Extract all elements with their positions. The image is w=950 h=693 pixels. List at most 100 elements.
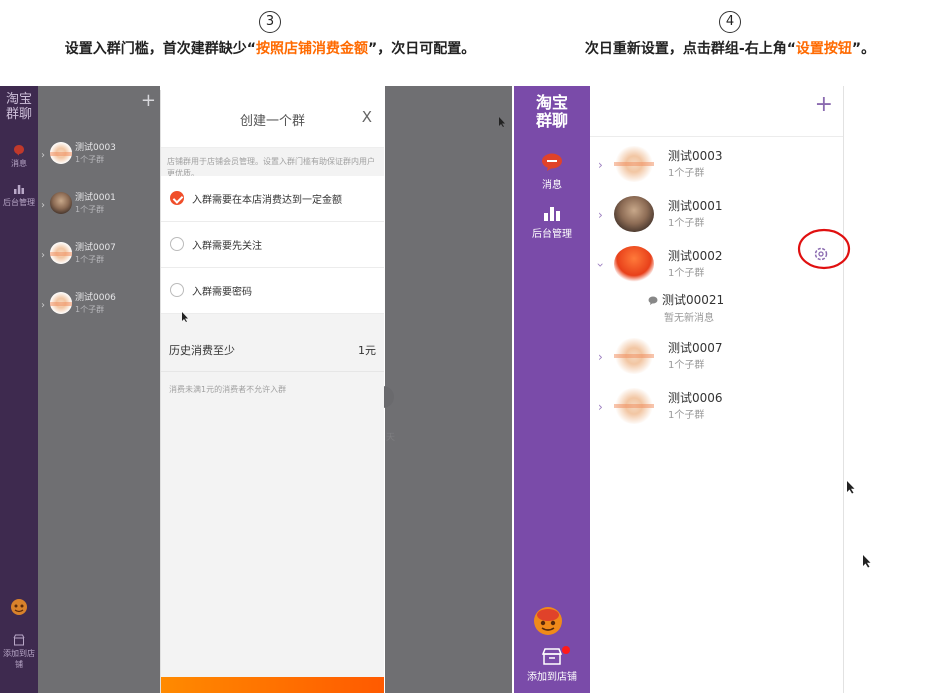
message-icon	[14, 145, 24, 156]
dialog-header: 创建一个群 X	[161, 90, 384, 148]
subgroup-name-row: 测试00021	[648, 291, 828, 308]
group-subtitle: 1个子群	[668, 168, 705, 179]
avatar	[614, 196, 654, 232]
nav-item-messages[interactable]: 消息	[0, 144, 38, 169]
group-name: 测试0007	[75, 243, 116, 253]
nav-label: 消息	[542, 180, 562, 191]
group-settings-screenshot: 淘宝 群聊 消息 后台管理 添加到店铺 + › 测试0003 1个子群 › 测试…	[514, 86, 950, 693]
group-name: 测试0001	[75, 193, 116, 203]
message-icon	[542, 153, 562, 171]
step-description: 设置入群门槛，首次建群缺少“按照店铺消费金额”，次日可配置。	[40, 39, 500, 59]
step-number: 4	[719, 11, 741, 33]
nav-label: 后台管理	[532, 229, 572, 240]
step-highlight: 设置按钮	[795, 41, 852, 57]
chevron-right-icon[interactable]: ›	[41, 300, 45, 311]
group-name: 测试0003	[668, 149, 723, 163]
history-spend-field[interactable]: 历史消费至少 1元	[161, 326, 384, 372]
avatar	[614, 388, 654, 424]
logo-line: 淘宝	[535, 93, 568, 112]
step-3-header: 3 设置入群门槛，首次建群缺少“按照店铺消费金额”，次日可配置。	[40, 10, 500, 59]
dialog-note: 消费未满1元的消费者不允许入群	[169, 385, 287, 394]
subgroup-subtitle: 暂无新消息	[664, 313, 714, 324]
radio-icon[interactable]	[170, 283, 184, 297]
create-group-screenshot: 淘宝 群聊 消息 后台管理 添加到店铺 + › 测试0003 1个子群 › 测试…	[0, 86, 512, 693]
add-to-store-button[interactable]: 添加到店铺	[0, 634, 38, 670]
group-name: 测试0003	[75, 143, 116, 153]
group-subtitle: 1个子群	[75, 305, 105, 314]
group-subtitle: 1个子群	[75, 255, 105, 264]
avatar	[50, 142, 72, 164]
nav-item-admin[interactable]: 后台管理	[514, 205, 590, 240]
chevron-right-icon[interactable]: ›	[598, 350, 603, 364]
list-item[interactable]: › 测试0007 1个子群	[590, 336, 844, 384]
avatar	[50, 242, 72, 264]
notification-dot	[562, 646, 570, 654]
create-group-dialog: 创建一个群 X 店铺群用于店铺会员管理。设置入群门槛有助保证群内用户更优质。 入…	[160, 90, 384, 693]
add-to-store-button[interactable]: 添加到店铺	[514, 646, 590, 683]
group-subtitle: 1个子群	[75, 155, 105, 164]
nav-label: 后台管理	[3, 198, 35, 207]
dialog-tip: 店铺群用于店铺会员管理。设置入群门槛有助保证群内用户更优质。	[161, 148, 384, 178]
group-list: + › 测试0003 1个子群 › 测试0001 1个子群 › 测试0002 1…	[590, 86, 851, 693]
sidebar: 淘宝 群聊 消息 后台管理 添加到店铺	[0, 86, 38, 693]
bar-chart-icon	[544, 207, 560, 221]
group-name: 测试0007	[668, 341, 723, 355]
confirm-bar[interactable]	[161, 677, 384, 693]
store-icon	[541, 648, 563, 665]
plus-icon[interactable]: +	[141, 90, 156, 111]
step-highlight: 按照店铺消费金额	[256, 41, 368, 57]
nav-item-admin[interactable]: 后台管理	[0, 183, 38, 208]
chevron-right-icon[interactable]: ›	[598, 400, 603, 414]
step-text-part: ”，次日可配置。	[368, 41, 476, 57]
list-item[interactable]: › 测试0003 1个子群	[590, 144, 844, 192]
checked-radio-icon[interactable]	[170, 191, 184, 205]
subgroup-item[interactable]: 测试00021 暂无新消息	[648, 291, 828, 324]
chat-bubble-icon	[648, 296, 658, 305]
chevron-right-icon[interactable]: ›	[41, 200, 45, 211]
field-label: 历史消费至少	[169, 344, 235, 357]
group-name: 测试0001	[668, 199, 723, 213]
mouse-cursor-icon	[499, 117, 505, 127]
step-description: 次日重新设置，点击群组-右上角“设置按钮”。	[520, 39, 940, 59]
group-subtitle: 1个子群	[668, 360, 705, 371]
option-password[interactable]: 入群需要密码	[161, 268, 384, 314]
divider	[590, 136, 843, 137]
mouse-cursor-icon	[182, 312, 188, 322]
list-item[interactable]: › 测试0006 1个子群	[38, 290, 160, 330]
option-min-spend[interactable]: 入群需要在本店消费达到一定金额	[161, 176, 384, 222]
close-icon[interactable]: X	[362, 108, 372, 126]
overlay-background	[385, 86, 512, 693]
step-4-header: 4 次日重新设置，点击群组-右上角“设置按钮”。	[520, 10, 940, 59]
list-item[interactable]: › 测试0007 1个子群	[38, 240, 160, 280]
mascot-avatar-icon[interactable]	[10, 598, 28, 616]
option-label: 入群需要先关注	[192, 241, 262, 252]
mascot-avatar-icon[interactable]	[532, 605, 564, 637]
avatar	[50, 192, 72, 214]
logo-line: 淘宝	[5, 92, 32, 107]
nav-item-messages[interactable]: 消息	[514, 152, 590, 191]
group-name: 测试0006	[668, 391, 723, 405]
list-item[interactable]: › 测试0006 1个子群	[590, 386, 844, 434]
background-text: 天	[386, 433, 396, 443]
option-follow-first[interactable]: 入群需要先关注	[161, 222, 384, 268]
chevron-right-icon[interactable]: ›	[41, 250, 45, 261]
nav-label: 添加到店铺	[527, 672, 577, 683]
chevron-right-icon[interactable]: ›	[598, 208, 603, 222]
chevron-down-icon[interactable]: ›	[593, 263, 607, 268]
app-logo: 淘宝 群聊	[0, 86, 38, 122]
option-label: 入群需要在本店消费达到一定金额	[192, 195, 342, 206]
list-item[interactable]: › 测试0003 1个子群	[38, 140, 160, 180]
chevron-right-icon[interactable]: ›	[598, 158, 603, 172]
step-text-part: 次日重新设置，点击群组-右上角“	[584, 41, 796, 57]
highlight-circle	[797, 228, 851, 270]
radio-icon[interactable]	[170, 237, 184, 251]
list-item[interactable]: › 测试0001 1个子群	[38, 190, 160, 230]
group-name: 测试0006	[75, 293, 116, 303]
logo-line: 群聊	[535, 111, 568, 130]
chevron-right-icon[interactable]: ›	[41, 150, 45, 161]
nav-label: 添加到店铺	[3, 649, 35, 669]
app-logo: 淘宝 群聊	[514, 86, 590, 130]
field-value[interactable]: 1元	[358, 342, 376, 358]
plus-icon[interactable]: +	[815, 92, 833, 117]
